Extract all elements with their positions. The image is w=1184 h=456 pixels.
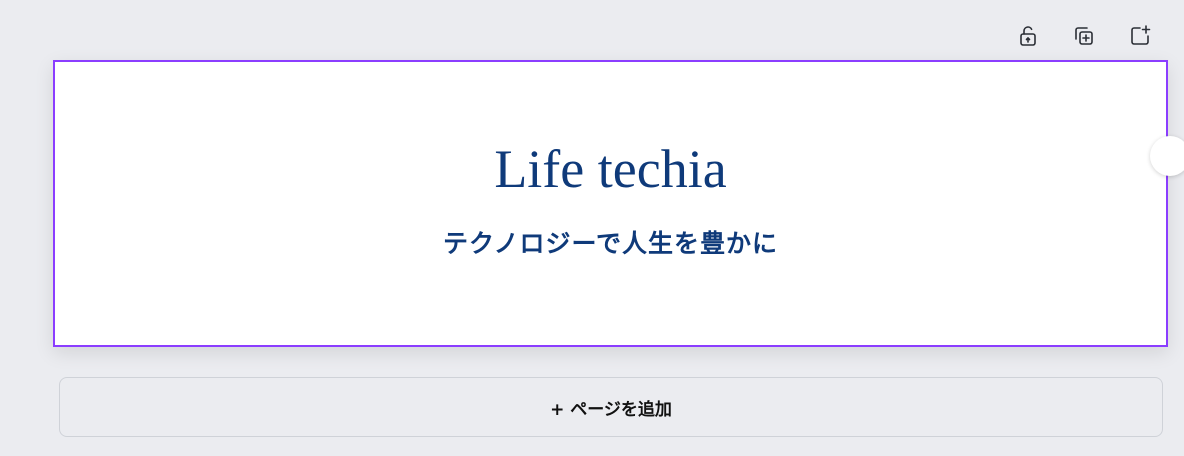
duplicate-page-button[interactable] xyxy=(1070,22,1098,50)
page-toolbar xyxy=(1014,22,1154,50)
design-title[interactable]: Life techia xyxy=(494,142,726,196)
design-page-content: Life techia テクノロジーで人生を豊かに xyxy=(55,62,1166,345)
lock-open-icon xyxy=(1020,26,1036,46)
add-page-button[interactable]: + ページを追加 xyxy=(59,377,1163,437)
duplicate-page-icon xyxy=(1075,27,1093,45)
design-page-canvas[interactable]: Life techia テクノロジーで人生を豊かに xyxy=(53,60,1184,347)
design-subtitle[interactable]: テクノロジーで人生を豊かに xyxy=(443,224,778,260)
side-handle-button[interactable] xyxy=(1150,136,1184,176)
lock-page-button[interactable] xyxy=(1014,22,1042,50)
add-page-top-button[interactable] xyxy=(1126,22,1154,50)
add-page-icon xyxy=(1131,25,1151,45)
